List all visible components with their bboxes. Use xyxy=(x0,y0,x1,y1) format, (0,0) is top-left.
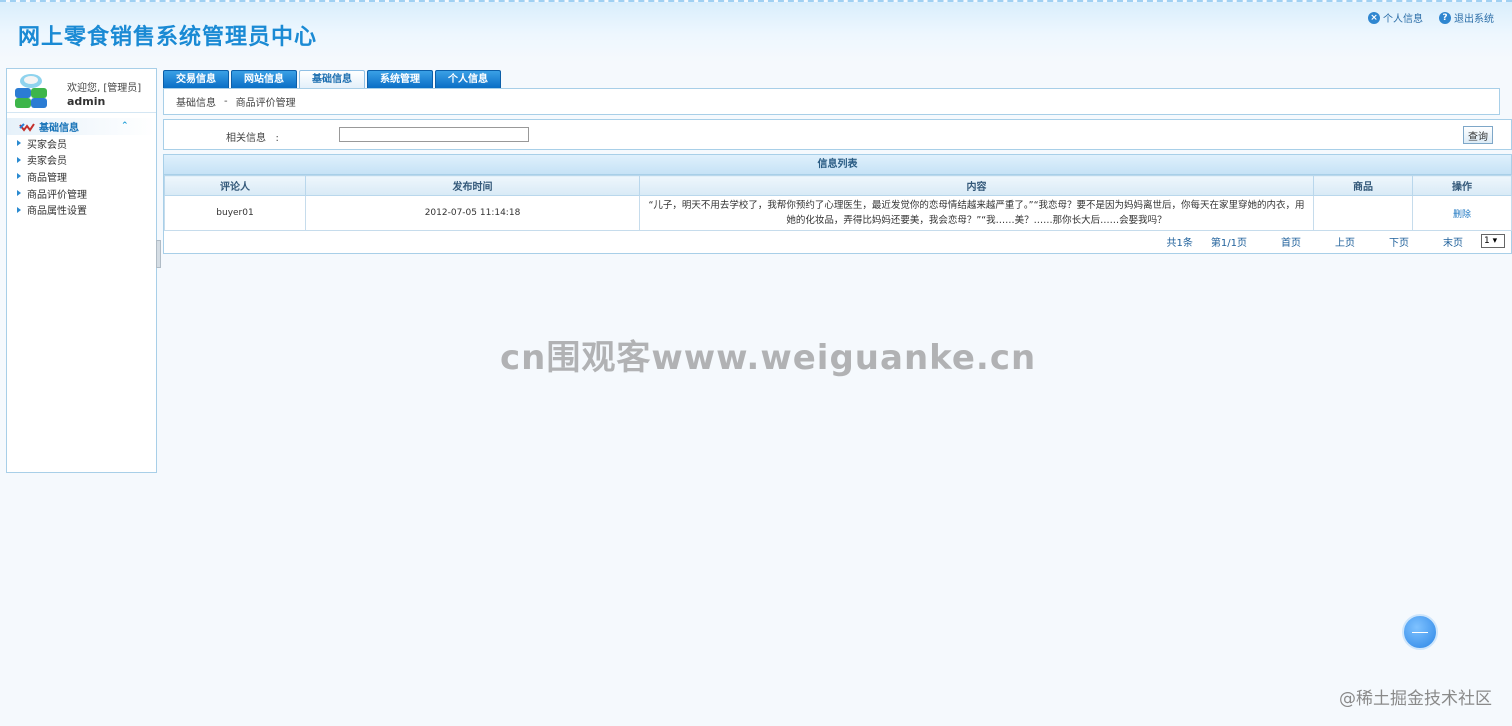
search-label: 相关信息 : xyxy=(226,133,279,144)
arrow-right-icon xyxy=(17,140,21,147)
search-bar: 相关信息 : 查询 xyxy=(163,119,1512,150)
pager-page: 第1/1页 xyxy=(1210,237,1247,249)
sidebar-item-label: 卖家会员 xyxy=(27,156,67,168)
breadcrumb-parent: 基础信息 xyxy=(176,98,216,109)
sidebar-item-label: 商品评价管理 xyxy=(27,189,87,201)
reviews-table: 评论人 发布时间 内容 商品 操作 buyer01 2012-07-05 11:… xyxy=(164,175,1512,231)
pager-prev[interactable]: 上页 xyxy=(1335,234,1355,249)
pager-next[interactable]: 下页 xyxy=(1389,234,1409,249)
table-header-row: 评论人 发布时间 内容 商品 操作 xyxy=(164,175,1512,196)
cell-action: 删除 xyxy=(1412,195,1512,231)
delete-link[interactable]: 删除 xyxy=(1453,210,1471,220)
search-input[interactable] xyxy=(339,127,529,142)
admin-avatar-icon xyxy=(15,74,47,108)
tab-transactions[interactable]: 交易信息 xyxy=(163,70,229,88)
info-list-panel: 信息列表 评论人 发布时间 内容 商品 操作 buyer01 2012-07-0… xyxy=(163,154,1512,254)
question-circle-icon: ? xyxy=(1439,11,1451,24)
tab-basic-info[interactable]: 基础信息 xyxy=(299,70,365,88)
column-header-product: 商品 xyxy=(1313,175,1413,196)
tab-system[interactable]: 系统管理 xyxy=(367,70,433,88)
user-box: 欢迎您, [管理员] admin xyxy=(7,69,156,113)
personal-info-label: 个人信息 xyxy=(1383,14,1423,25)
sidebar-item-label: 商品属性设置 xyxy=(27,206,87,218)
sidebar-item-seller[interactable]: 卖家会员 xyxy=(7,152,156,169)
pager-last[interactable]: 末页 xyxy=(1443,234,1463,249)
float-action-button[interactable] xyxy=(1402,614,1438,650)
pager-first[interactable]: 首页 xyxy=(1281,234,1301,249)
column-header-time: 发布时间 xyxy=(305,175,640,196)
username: admin xyxy=(67,95,106,108)
personal-info-link[interactable]: × 个人信息 xyxy=(1368,10,1423,25)
sidebar-drag-handle[interactable] xyxy=(156,240,161,268)
arrow-right-icon xyxy=(17,173,21,180)
sidebar-item-label: 买家会员 xyxy=(27,139,67,151)
sidebar-item-products[interactable]: 商品管理 xyxy=(7,168,156,185)
arrow-right-icon xyxy=(17,190,21,197)
column-header-reviewer: 评论人 xyxy=(164,175,306,196)
sidebar-item-buyer[interactable]: 买家会员 xyxy=(7,135,156,152)
section-icon xyxy=(19,122,35,132)
arrow-right-icon xyxy=(17,206,21,213)
list-title: 信息列表 xyxy=(164,155,1511,175)
welcome-text: 欢迎您, [管理员] xyxy=(67,83,142,94)
sidebar-section-basic-info[interactable]: 基础信息 ⌃ xyxy=(7,118,156,135)
table-row: buyer01 2012-07-05 11:14:18 “儿子，明天不用去学校了… xyxy=(164,195,1512,231)
breadcrumb-separator: - xyxy=(224,96,228,107)
logout-link[interactable]: ? 退出系统 xyxy=(1439,10,1494,25)
top-links: × 个人信息 ? 退出系统 xyxy=(1368,10,1494,25)
search-button[interactable]: 查询 xyxy=(1463,126,1493,144)
main-tabs: 交易信息 网站信息 基础信息 系统管理 个人信息 xyxy=(163,70,501,88)
collapse-up-icon[interactable]: ⌃ xyxy=(121,121,129,131)
cell-time: 2012-07-05 11:14:18 xyxy=(305,195,640,231)
column-header-action: 操作 xyxy=(1412,175,1512,196)
sidebar-item-reviews[interactable]: 商品评价管理 xyxy=(7,185,156,202)
corner-watermark: @稀土掘金技术社区 xyxy=(1339,689,1492,709)
breadcrumb: 基础信息 - 商品评价管理 xyxy=(163,88,1500,115)
pager-total: 共1条 xyxy=(1166,237,1193,249)
sidebar-section-label: 基础信息 xyxy=(39,123,79,134)
tab-personal[interactable]: 个人信息 xyxy=(435,70,501,88)
column-header-content: 内容 xyxy=(639,175,1314,196)
sidebar: 欢迎您, [管理员] admin 基础信息 ⌃ 买家会员 卖家会员 商品管理 商… xyxy=(6,68,157,473)
cell-content: “儿子，明天不用去学校了，我帮你预约了心理医生，最近发觉你的恋母情结越来越严重了… xyxy=(639,195,1314,231)
watermark-text: cn围观客www.weiguanke.cn xyxy=(500,338,1037,378)
cell-reviewer: buyer01 xyxy=(164,195,306,231)
logout-label: 退出系统 xyxy=(1454,14,1494,25)
page-select[interactable]: 1 ▾ xyxy=(1481,234,1505,248)
arrow-right-icon xyxy=(17,156,21,163)
app-title: 网上零食销售系统管理员中心 xyxy=(18,25,318,50)
pagination: 共1条 第1/1页 首页 上页 下页 末页 1 ▾ xyxy=(164,231,1511,251)
cell-product xyxy=(1313,195,1413,231)
sidebar-item-attributes[interactable]: 商品属性设置 xyxy=(7,201,156,218)
x-circle-icon: × xyxy=(1368,11,1380,24)
header-bar: 网上零食销售系统管理员中心 × 个人信息 ? 退出系统 xyxy=(0,0,1512,62)
tab-website[interactable]: 网站信息 xyxy=(231,70,297,88)
sidebar-item-label: 商品管理 xyxy=(27,172,67,184)
breadcrumb-current: 商品评价管理 xyxy=(235,98,296,109)
